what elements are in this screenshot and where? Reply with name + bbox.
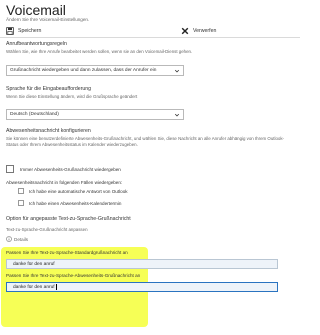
tts-ooo-label: Passen Sie Ihre Text-zu-Sprache-Abwesenh…: [6, 273, 141, 278]
tts-standard-label: Passen Sie Ihre Text-zu-Sprache-Standard…: [6, 250, 128, 255]
toolbar: Speichern Verwerfen: [6, 26, 296, 36]
always-play-checkbox-row[interactable]: Immer Abwesenheits-Grußnachricht wiederg…: [6, 165, 121, 173]
discard-label: Verwerfen: [193, 28, 217, 34]
calendar-checkbox[interactable]: [18, 200, 24, 206]
page-subtitle: Ändern Sie Ihre Voicemail-Einstellungen.: [6, 17, 90, 22]
ooo-conditions-label: Abwesenheitsnachricht in folgenden Fälle…: [6, 180, 123, 185]
details-link[interactable]: Details: [6, 236, 28, 242]
details-label: Details: [14, 236, 29, 242]
toolbar-divider: [0, 37, 300, 38]
call-answering-selected: Grußnachricht wiedergeben und dann zulas…: [10, 68, 157, 73]
ooo-desc: Sie können eine benutzerdefinierte Abwes…: [6, 136, 284, 147]
save-label: Speichern: [18, 28, 42, 34]
prompt-language-label: Sprache für die Eingabeaufforderung: [6, 86, 91, 92]
call-answering-select[interactable]: Grußnachricht wiedergeben und dann zulas…: [6, 65, 184, 76]
info-icon: [6, 236, 12, 242]
always-play-checkbox[interactable]: [6, 165, 14, 173]
chevron-down-icon: [174, 69, 180, 73]
prompt-language-desc: Wenn Sie diese Einstellung ändern, wird …: [6, 94, 138, 99]
always-play-label: Immer Abwesenheits-Grußnachricht wiederg…: [20, 166, 121, 172]
page-title: Voicemail: [6, 2, 66, 18]
ooo-label: Abwesenheitsnachricht konfigurieren: [6, 128, 91, 134]
tts-desc: Text-zu-Sprache-Grußnachricht anpassen: [6, 227, 88, 232]
save-button[interactable]: Speichern: [6, 26, 41, 36]
calendar-label: Ich habe einen Abwesenheits-Kalenderterm…: [29, 200, 122, 206]
close-icon: [181, 27, 189, 35]
save-icon: [6, 27, 14, 35]
prompt-language-select[interactable]: Deutsch (Deutschland): [6, 109, 184, 120]
tts-label: Option für angepasste Text-zu-Sprache-Gr…: [6, 216, 131, 222]
chevron-down-icon: [174, 113, 180, 117]
tts-ooo-value: danke für den anruf: [13, 284, 55, 290]
auto-reply-checkbox[interactable]: [18, 188, 24, 194]
tts-standard-value: danke für den anruf: [13, 261, 55, 267]
prompt-language-selected: Deutsch (Deutschland): [10, 112, 59, 117]
text-caret: [55, 284, 57, 290]
call-answering-label: Anrufbeantwortungsregeln: [6, 41, 67, 47]
auto-reply-checkbox-row[interactable]: Ich habe eine automatische Antwort von O…: [18, 188, 128, 194]
auto-reply-label: Ich habe eine automatische Antwort von O…: [29, 188, 128, 194]
call-answering-desc: Wählen Sie, wie Ihre Anrufe bearbeitet w…: [6, 49, 193, 54]
discard-button[interactable]: Verwerfen: [181, 26, 216, 36]
tts-ooo-input[interactable]: danke für den anruf: [6, 282, 278, 292]
tts-standard-input[interactable]: danke für den anruf: [6, 259, 278, 269]
calendar-checkbox-row[interactable]: Ich habe einen Abwesenheits-Kalenderterm…: [18, 200, 121, 206]
